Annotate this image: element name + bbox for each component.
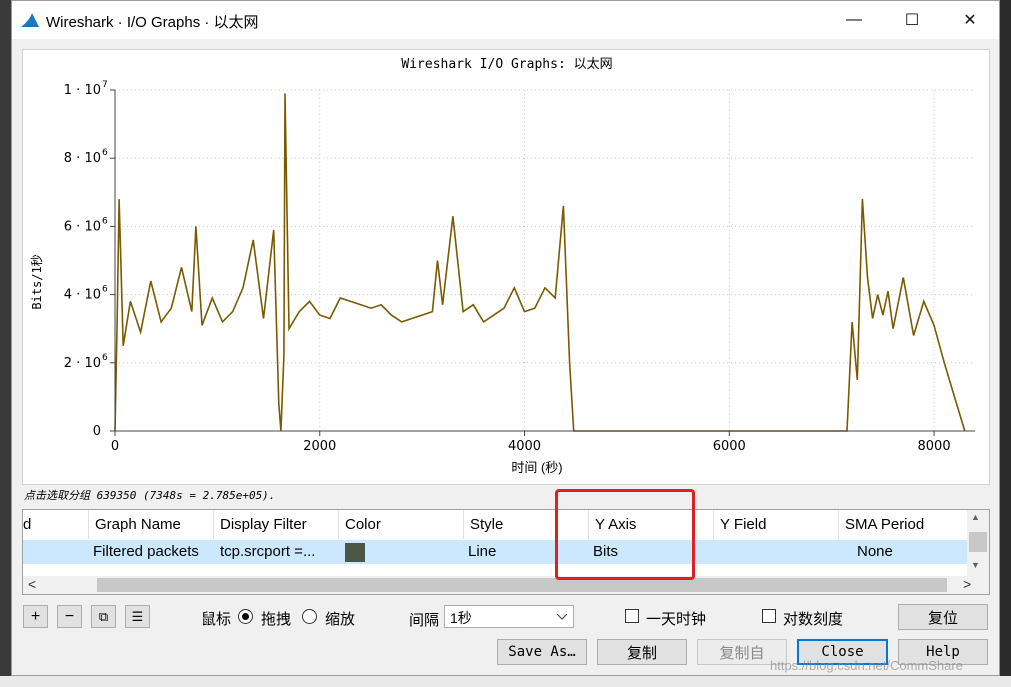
save-as-button[interactable]: Save As… xyxy=(497,639,587,665)
y-tick-label: 1 · 10 xyxy=(64,83,101,98)
wireshark-fin-icon xyxy=(21,13,39,27)
x-tick-label: 2000 xyxy=(303,439,336,454)
clear-list-icon: ☰ xyxy=(131,608,144,624)
series-line xyxy=(114,93,966,432)
red-highlight-annotation xyxy=(555,489,695,580)
zoom-label[interactable]: 缩放 xyxy=(325,608,355,629)
cell-y-field[interactable] xyxy=(714,540,839,564)
y-tick-exponent: 6 xyxy=(102,285,108,295)
scroll-up-icon[interactable]: ▲ xyxy=(971,512,980,522)
x-axis-label: 时间 (秒) xyxy=(511,460,562,475)
y-tick-label: 4 · 10 xyxy=(64,288,101,303)
y-tick-label: 8 · 10 xyxy=(64,151,101,166)
x-tick-label: 8000 xyxy=(918,439,951,454)
vertical-scroll-thumb[interactable] xyxy=(969,532,987,552)
y-tick-exponent: 6 xyxy=(102,216,108,226)
copy-icon: ⧉ xyxy=(98,608,109,624)
maximize-icon: ☐ xyxy=(904,12,920,29)
reset-button[interactable]: 复位 xyxy=(898,604,988,630)
x-tick-label: 4000 xyxy=(508,439,541,454)
window-title: Wireshark · I/O Graphs · 以太网 xyxy=(46,14,259,31)
copy-button[interactable]: 复制 xyxy=(597,639,687,665)
plus-icon: + xyxy=(30,607,41,625)
remove-graph-button[interactable]: − xyxy=(57,605,82,628)
drag-label[interactable]: 拖拽 xyxy=(261,608,291,629)
chart-series xyxy=(114,93,966,432)
time-of-day-checkbox[interactable] xyxy=(625,609,639,623)
horizontal-scroll-thumb[interactable] xyxy=(97,578,947,592)
time-of-day-label[interactable]: 一天时钟 xyxy=(646,608,706,629)
scroll-down-icon[interactable]: ▼ xyxy=(971,560,980,570)
column-header-enabled[interactable]: d xyxy=(23,510,89,539)
title-bar: Wireshark · I/O Graphs · 以太网 — ☐ ✕ xyxy=(12,1,999,39)
io-graph-chart: Wireshark I/O Graphs: 以太网 Bits/1秒 时间 (秒)… xyxy=(30,57,975,475)
cell-color-swatch[interactable] xyxy=(345,543,365,562)
status-text: 点击选取分组 639350 (7348s = 2.785e+05). xyxy=(24,489,276,502)
y-tick-exponent: 6 xyxy=(102,148,108,158)
column-header-sma-period[interactable]: SMA Period xyxy=(839,510,967,539)
column-header-graph-name[interactable]: Graph Name xyxy=(89,510,214,539)
column-header-y-field[interactable]: Y Field xyxy=(714,510,839,539)
column-header-color[interactable]: Color xyxy=(339,510,464,539)
interval-select[interactable]: 1秒 xyxy=(444,605,574,628)
y-tick-label: 2 · 10 xyxy=(64,356,101,371)
table-vertical-scrollbar[interactable]: ▲ ▼ xyxy=(967,510,989,576)
chart-gridlines xyxy=(114,89,975,431)
clear-graphs-button[interactable]: ☰ xyxy=(125,605,150,628)
x-tick-label: 6000 xyxy=(713,439,746,454)
scroll-right-icon[interactable]: > xyxy=(963,576,971,592)
y-tick-label: 6 · 10 xyxy=(64,219,101,234)
log-scale-checkbox[interactable] xyxy=(762,609,776,623)
chevron-down-icon xyxy=(557,614,567,620)
close-window-button[interactable]: ✕ xyxy=(941,1,999,39)
x-tick-label: 0 xyxy=(111,439,119,454)
column-header-display-filter[interactable]: Display Filter xyxy=(214,510,339,539)
zoom-radio[interactable] xyxy=(302,609,317,624)
interval-value: 1秒 xyxy=(450,610,472,626)
minimize-button[interactable]: — xyxy=(825,1,883,39)
chart-title: Wireshark I/O Graphs: 以太网 xyxy=(401,57,612,72)
maximize-button[interactable]: ☐ xyxy=(883,1,941,39)
log-scale-label[interactable]: 对数刻度 xyxy=(783,608,843,629)
minimize-icon: — xyxy=(846,11,862,28)
y-tick-exponent: 6 xyxy=(102,353,108,363)
desktop-background xyxy=(0,0,11,687)
graphs-table: d Graph Name Display Filter Color Style … xyxy=(22,509,990,595)
drag-radio[interactable] xyxy=(238,609,253,624)
minus-icon: − xyxy=(64,607,75,625)
mouse-mode-label: 鼠标 xyxy=(201,611,232,628)
y-tick-label: 0 xyxy=(93,424,101,439)
cell-sma-period[interactable]: None xyxy=(839,540,967,564)
watermark-text: https://blog.csdn.net/CommShare xyxy=(770,658,963,673)
io-graphs-window: Wireshark · I/O Graphs · 以太网 — ☐ ✕ Wires… xyxy=(11,0,1000,676)
scroll-left-icon[interactable]: < xyxy=(28,576,36,592)
interval-label: 间隔 xyxy=(409,612,440,629)
radio-checked-dot xyxy=(242,613,249,620)
add-graph-button[interactable]: + xyxy=(23,605,48,628)
close-icon: ✕ xyxy=(963,12,977,29)
y-axis-label: Bits/1秒 xyxy=(30,254,44,309)
y-tick-exponent: 7 xyxy=(102,80,108,90)
chart-ticks: 0 2000 4000 6000 800002 · 10 64 · 10 66 · 10 68… xyxy=(64,80,951,454)
cell-display-filter[interactable]: tcp.srcport =... xyxy=(214,540,339,564)
taskbar-strip xyxy=(0,676,1011,687)
copy-graph-button[interactable]: ⧉ xyxy=(91,605,116,628)
io-graph-plot[interactable]: Wireshark I/O Graphs: 以太网 Bits/1秒 时间 (秒)… xyxy=(22,49,990,485)
cell-graph-name[interactable]: Filtered packets xyxy=(89,540,214,564)
table-horizontal-scrollbar[interactable]: < > xyxy=(23,576,989,594)
